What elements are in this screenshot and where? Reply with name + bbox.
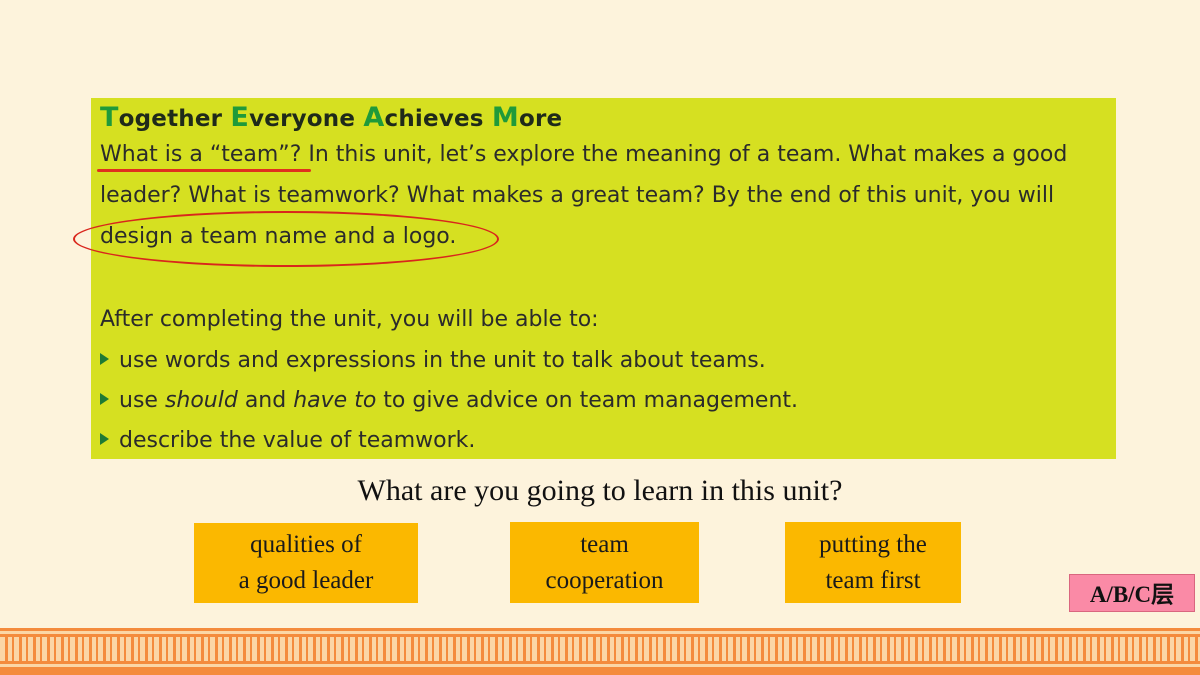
triangle-bullet-icon <box>100 393 109 405</box>
box-title: Together Everyone Achieves More <box>100 102 562 133</box>
title-cap-a: A <box>363 102 385 133</box>
option-card-cooperation[interactable]: team cooperation <box>510 522 699 603</box>
border-pattern <box>0 637 1200 661</box>
option-line: qualities of <box>250 531 362 558</box>
option-line: putting the <box>819 530 927 558</box>
triangle-bullet-icon <box>100 353 109 365</box>
triangle-bullet-icon <box>100 433 109 445</box>
outcome-text-post: to give advice on team management. <box>376 388 799 413</box>
title-cap-m: M <box>491 102 519 133</box>
outcomes-intro: After completing the unit, you will be a… <box>100 307 599 332</box>
option-line: team <box>580 530 629 558</box>
outcome-item: describe the value of teamwork. <box>100 428 475 453</box>
decorative-border <box>0 628 1200 675</box>
outcome-em-have-to: have to <box>293 388 377 413</box>
option-line: team first <box>825 566 921 594</box>
outcome-text-pre: use <box>119 388 165 413</box>
red-circle-annotation <box>73 211 499 267</box>
title-cap-e: E <box>230 102 250 133</box>
paragraph-line-2: leader? What is teamwork? What makes a g… <box>100 183 1055 208</box>
paragraph-line-1: What is a “team”? In this unit, let’s ex… <box>100 142 1068 167</box>
title-cap-t: T <box>100 102 119 133</box>
title-word-everyone: veryone <box>249 106 364 132</box>
level-badge[interactable]: A/B/C层 <box>1069 574 1195 612</box>
outcome-text-mid: and <box>237 388 294 413</box>
outcome-em-should: should <box>164 388 238 413</box>
border-edge-top <box>0 631 1200 634</box>
option-line: a good leader <box>238 567 374 594</box>
title-word-together: ogether <box>118 106 231 132</box>
outcome-text: describe the value of teamwork. <box>119 428 476 453</box>
red-underline-annotation <box>97 169 311 172</box>
title-word-more: ore <box>518 106 563 132</box>
outcome-item: use should and have to to give advice on… <box>100 388 798 413</box>
option-card-qualities[interactable]: qualities of a good leader <box>194 523 418 603</box>
unit-intro-box: Together Everyone Achieves More What is … <box>91 98 1116 459</box>
border-edge-bottom <box>0 664 1200 667</box>
option-line: cooperation <box>545 566 664 594</box>
option-card-team-first[interactable]: putting the team first <box>785 522 961 603</box>
title-word-achieves: chieves <box>384 106 492 132</box>
outcome-item: use words and expressions in the unit to… <box>100 348 766 373</box>
outcome-text: use words and expressions in the unit to… <box>119 348 766 373</box>
guiding-question: What are you going to learn in this unit… <box>357 474 843 507</box>
